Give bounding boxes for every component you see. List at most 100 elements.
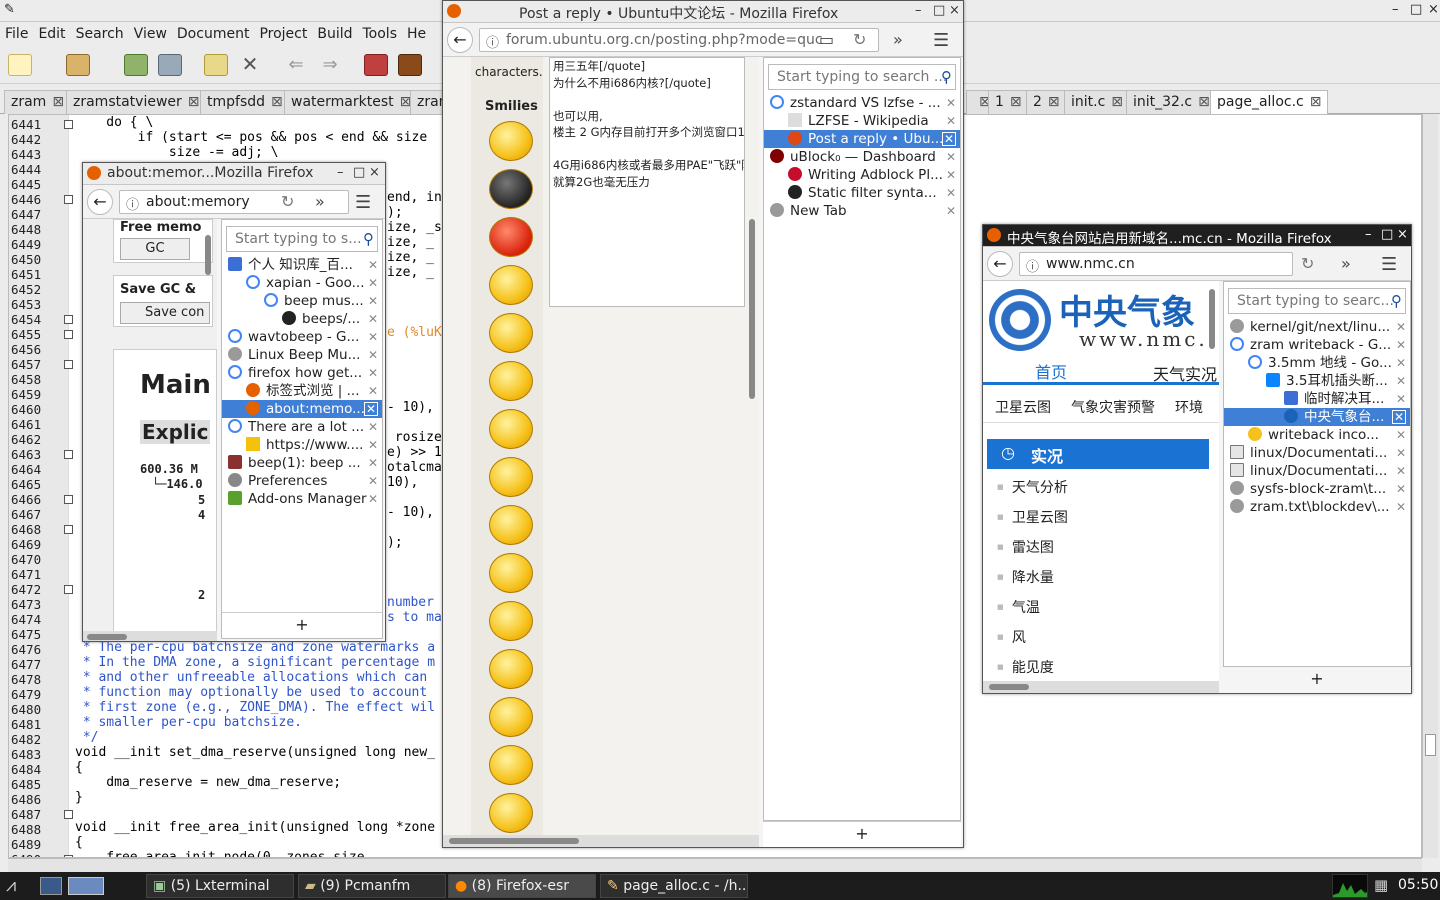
tab-zramstatviewer[interactable]: zramstatviewer ⊠ <box>66 90 207 114</box>
close-tab-icon[interactable]: ✕ <box>946 202 956 220</box>
close-tab-icon[interactable]: ✕ <box>946 112 956 130</box>
menu-view[interactable]: View <box>129 22 172 46</box>
content-vscroll[interactable] <box>1207 285 1217 675</box>
tree-tab-item[interactable]: Add-ons Manager ✕ <box>222 490 382 508</box>
menu-project[interactable]: Project <box>254 22 312 46</box>
tree-tab-item[interactable]: beep(1): beep ... ✕ <box>222 454 382 472</box>
horizontal-scrollbar[interactable] <box>443 835 759 847</box>
live-menu-item[interactable]: ■ 能见度 <box>997 657 1054 677</box>
smiley-icon[interactable] <box>489 793 533 833</box>
close-tab-icon[interactable]: ✕ <box>368 418 378 436</box>
minimize-icon[interactable]: – <box>1365 227 1372 242</box>
sidebar-search-input[interactable]: Start typing to search ... <box>768 64 956 90</box>
menu-file[interactable]: File <box>0 22 33 46</box>
clock[interactable]: 05:50 <box>1398 877 1438 893</box>
scroll-thumb[interactable] <box>87 634 127 640</box>
subnav-environment[interactable]: 环境 <box>1175 397 1203 417</box>
forward-icon[interactable]: ⇒ <box>318 54 342 76</box>
tab-watermarktest[interactable]: watermarktest ⊠ <box>284 90 419 114</box>
scroll-thumb[interactable] <box>1425 734 1436 756</box>
close-tab-icon[interactable]: ✕ <box>1396 498 1406 516</box>
tree-tab-item[interactable]: beeps/... ✕ <box>222 310 382 328</box>
task-lxterminal[interactable]: ▣ (5) Lxterminal <box>146 874 294 898</box>
close-tab-icon[interactable]: ✕ <box>1396 354 1406 372</box>
horizontal-scrollbar[interactable] <box>8 858 1422 872</box>
subnav-warning[interactable]: 气象灾害预警 <box>1071 397 1155 417</box>
tree-tab-item[interactable]: https://www.... ✕ <box>222 436 382 454</box>
horizontal-scrollbar[interactable] <box>83 631 217 641</box>
close-tab-icon[interactable]: ✕ <box>1396 444 1406 462</box>
smiley-icon[interactable] <box>489 505 533 545</box>
reload-icon[interactable]: ↻ <box>281 192 294 211</box>
tree-tab-item[interactable]: firefox how get... ✕ <box>222 364 382 382</box>
back-button[interactable]: ← <box>987 251 1013 277</box>
tab-zram[interactable]: zram ⊠ <box>4 90 72 114</box>
menu-edit[interactable]: Edit <box>33 22 70 46</box>
close-icon[interactable]: × <box>949 3 960 18</box>
new-tab-button[interactable]: + <box>763 821 961 847</box>
menu-build[interactable]: Build <box>312 22 357 46</box>
tree-tab-item[interactable]: Writing Adblock Pl... ✕ <box>764 166 960 184</box>
reload-icon[interactable]: ↻ <box>853 30 866 49</box>
tab-1[interactable]: 1 ⊠ <box>988 90 1029 114</box>
tree-tab-item[interactable]: xapian - Goo... ✕ <box>222 274 382 292</box>
smiley-icon[interactable] <box>489 697 533 737</box>
gc-button[interactable]: GC <box>120 238 190 260</box>
close-tab-icon[interactable]: ✕ <box>946 166 956 184</box>
tree-tab-item[interactable]: wavtobeep - G... ✕ <box>222 328 382 346</box>
live-menu-item[interactable]: ■ 卫星云图 <box>997 507 1068 527</box>
overflow-icon[interactable]: » <box>1341 254 1351 273</box>
overflow-icon[interactable]: » <box>893 30 903 49</box>
content-vscroll[interactable] <box>747 57 757 835</box>
compile-icon[interactable] <box>364 54 388 76</box>
menu-icon[interactable]: ☰ <box>355 192 371 213</box>
subnav-satellite[interactable]: 卫星云图 <box>995 397 1051 417</box>
smiley-icon[interactable] <box>489 169 533 209</box>
smiley-icon[interactable] <box>489 265 533 305</box>
tree-tab-item[interactable]: zram.txt\blockdev\... ✕ <box>1224 498 1410 516</box>
smiley-icon[interactable] <box>489 409 533 449</box>
scroll-thumb[interactable] <box>989 684 1029 690</box>
close-tab-icon[interactable]: ✕ <box>1396 336 1406 354</box>
revert-icon[interactable] <box>204 54 228 76</box>
smiley-icon[interactable] <box>489 121 533 161</box>
close-tab-icon[interactable]: ✕ <box>1396 390 1406 408</box>
live-menu-item[interactable]: ■ 风 <box>997 627 1026 647</box>
smiley-icon[interactable] <box>489 745 533 785</box>
close-icon[interactable]: ⊠ <box>1310 94 1322 110</box>
tab-tmpfsdd[interactable]: tmpfsdd ⊠ <box>200 90 290 114</box>
tree-tab-item[interactable]: 3.5耳机插头断... ✕ <box>1224 372 1410 390</box>
reload-icon[interactable]: ↻ <box>1301 254 1314 273</box>
close-tab-icon[interactable]: ✕ <box>941 132 956 146</box>
maximize-icon[interactable]: □ <box>1381 227 1393 242</box>
maximize-icon[interactable]: □ <box>1410 2 1422 17</box>
close-tab-icon[interactable]: ✕ <box>368 436 378 454</box>
tree-tab-item[interactable]: Linux Beep Mu... ✕ <box>222 346 382 364</box>
live-menu-item[interactable]: ■ 降水量 <box>997 567 1054 587</box>
close-tab-icon[interactable]: ✕ <box>368 454 378 472</box>
sidebar-search-input[interactable]: Start typing to searc... <box>1228 288 1406 314</box>
tree-tab-item[interactable]: uBlock₀ — Dashboard ✕ <box>764 148 960 166</box>
tree-tab-item[interactable]: 中央气象台... ✕ <box>1224 408 1410 426</box>
close-tab-icon[interactable]: ✕ <box>1396 426 1406 444</box>
tree-tab-item[interactable]: 3.5mm 地线 - Go... ✕ <box>1224 354 1410 372</box>
close-tab-icon[interactable]: ✕ <box>368 292 378 310</box>
live-menu-item[interactable]: ■ 气温 <box>997 597 1040 617</box>
reply-textarea[interactable]: 用三五年[/quote] 为什么不用i686内核?[/quote] 也可以用, 楼主 … <box>549 57 745 307</box>
tree-tab-item[interactable]: linux/Documentati... ✕ <box>1224 444 1410 462</box>
close-tab-icon[interactable]: ✕ <box>368 310 378 328</box>
close-tab-icon[interactable]: ✕ <box>368 328 378 346</box>
new-tab-button[interactable]: + <box>1223 667 1411 693</box>
smiley-icon[interactable] <box>489 553 533 593</box>
back-icon[interactable]: ⇐ <box>284 54 308 76</box>
close-icon[interactable]: ⊠ <box>1010 94 1022 110</box>
save-icon[interactable] <box>124 54 148 76</box>
close-icon[interactable]: × <box>1397 227 1408 242</box>
close-tab-icon[interactable]: ✕ <box>946 94 956 112</box>
close-tab-icon[interactable]: ✕ <box>1396 462 1406 480</box>
back-button[interactable]: ← <box>447 27 473 53</box>
maximize-icon[interactable]: □ <box>353 165 365 180</box>
maximize-icon[interactable]: □ <box>933 3 945 18</box>
tab-init-c[interactable]: init.c ⊠ <box>1064 90 1131 114</box>
tree-tab-item[interactable]: Static filter synta... ✕ <box>764 184 960 202</box>
